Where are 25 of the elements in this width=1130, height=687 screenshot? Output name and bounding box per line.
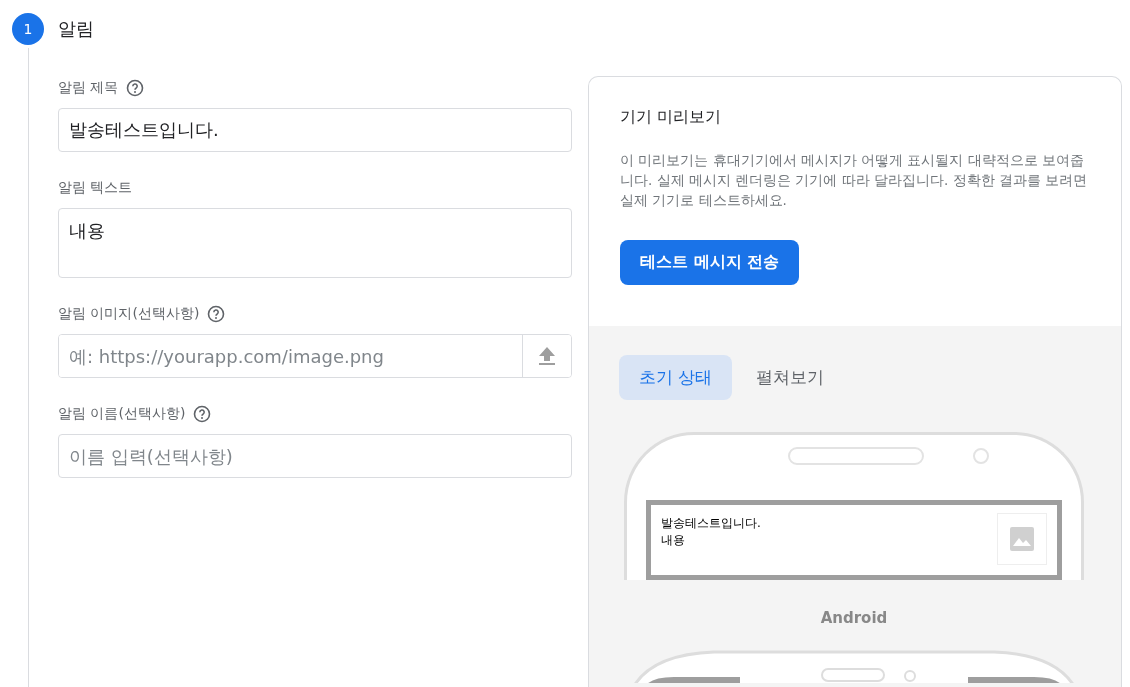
- text-field[interactable]: 발송테스트입니다.: [58, 108, 572, 152]
- text-area[interactable]: 내용: [58, 208, 572, 278]
- help-icon[interactable]: [207, 305, 226, 323]
- section-title: 알림: [58, 17, 94, 41]
- help-icon[interactable]: [193, 405, 212, 423]
- image-icon: [1010, 527, 1034, 551]
- send-test-button[interactable]: 테스트 메시지 전송: [620, 240, 800, 285]
- notification-body: 내용: [661, 532, 686, 549]
- field-label: 알림 텍스트: [58, 179, 133, 197]
- upload-button[interactable]: [522, 335, 571, 377]
- step-number: 1: [12, 13, 44, 45]
- field-label: 알림 제목: [58, 79, 119, 97]
- preview-tab[interactable]: 초기 상태: [619, 355, 733, 400]
- preview-tab[interactable]: 펼쳐보기: [736, 355, 845, 400]
- text-field[interactable]: 이름 입력(선택사항): [58, 434, 572, 478]
- card-title: 기기 미리보기: [620, 107, 723, 128]
- url-field[interactable]: 예: https://yourapp.com/image.png: [58, 334, 572, 378]
- help-icon[interactable]: [126, 79, 145, 97]
- description-text: 이 미리보기는 휴대기기에서 메시지가 어떻게 표시될지 대략적으로 보여줍니다. 실제 메시지 렌더링은 기기에 따라 달라집니다. 정확한 결과를 보려면 실제 기기로 테스트하세요.: [620, 151, 1089, 210]
- field-label: 알림 이름(선택사항): [58, 405, 186, 423]
- platform-label: Android: [819, 609, 889, 627]
- notification-title: 발송테스트입니다.: [661, 515, 761, 532]
- field-label: 알림 이미지(선택사항): [58, 305, 200, 323]
- camera-dot: [973, 448, 989, 464]
- upload-icon: [538, 346, 556, 366]
